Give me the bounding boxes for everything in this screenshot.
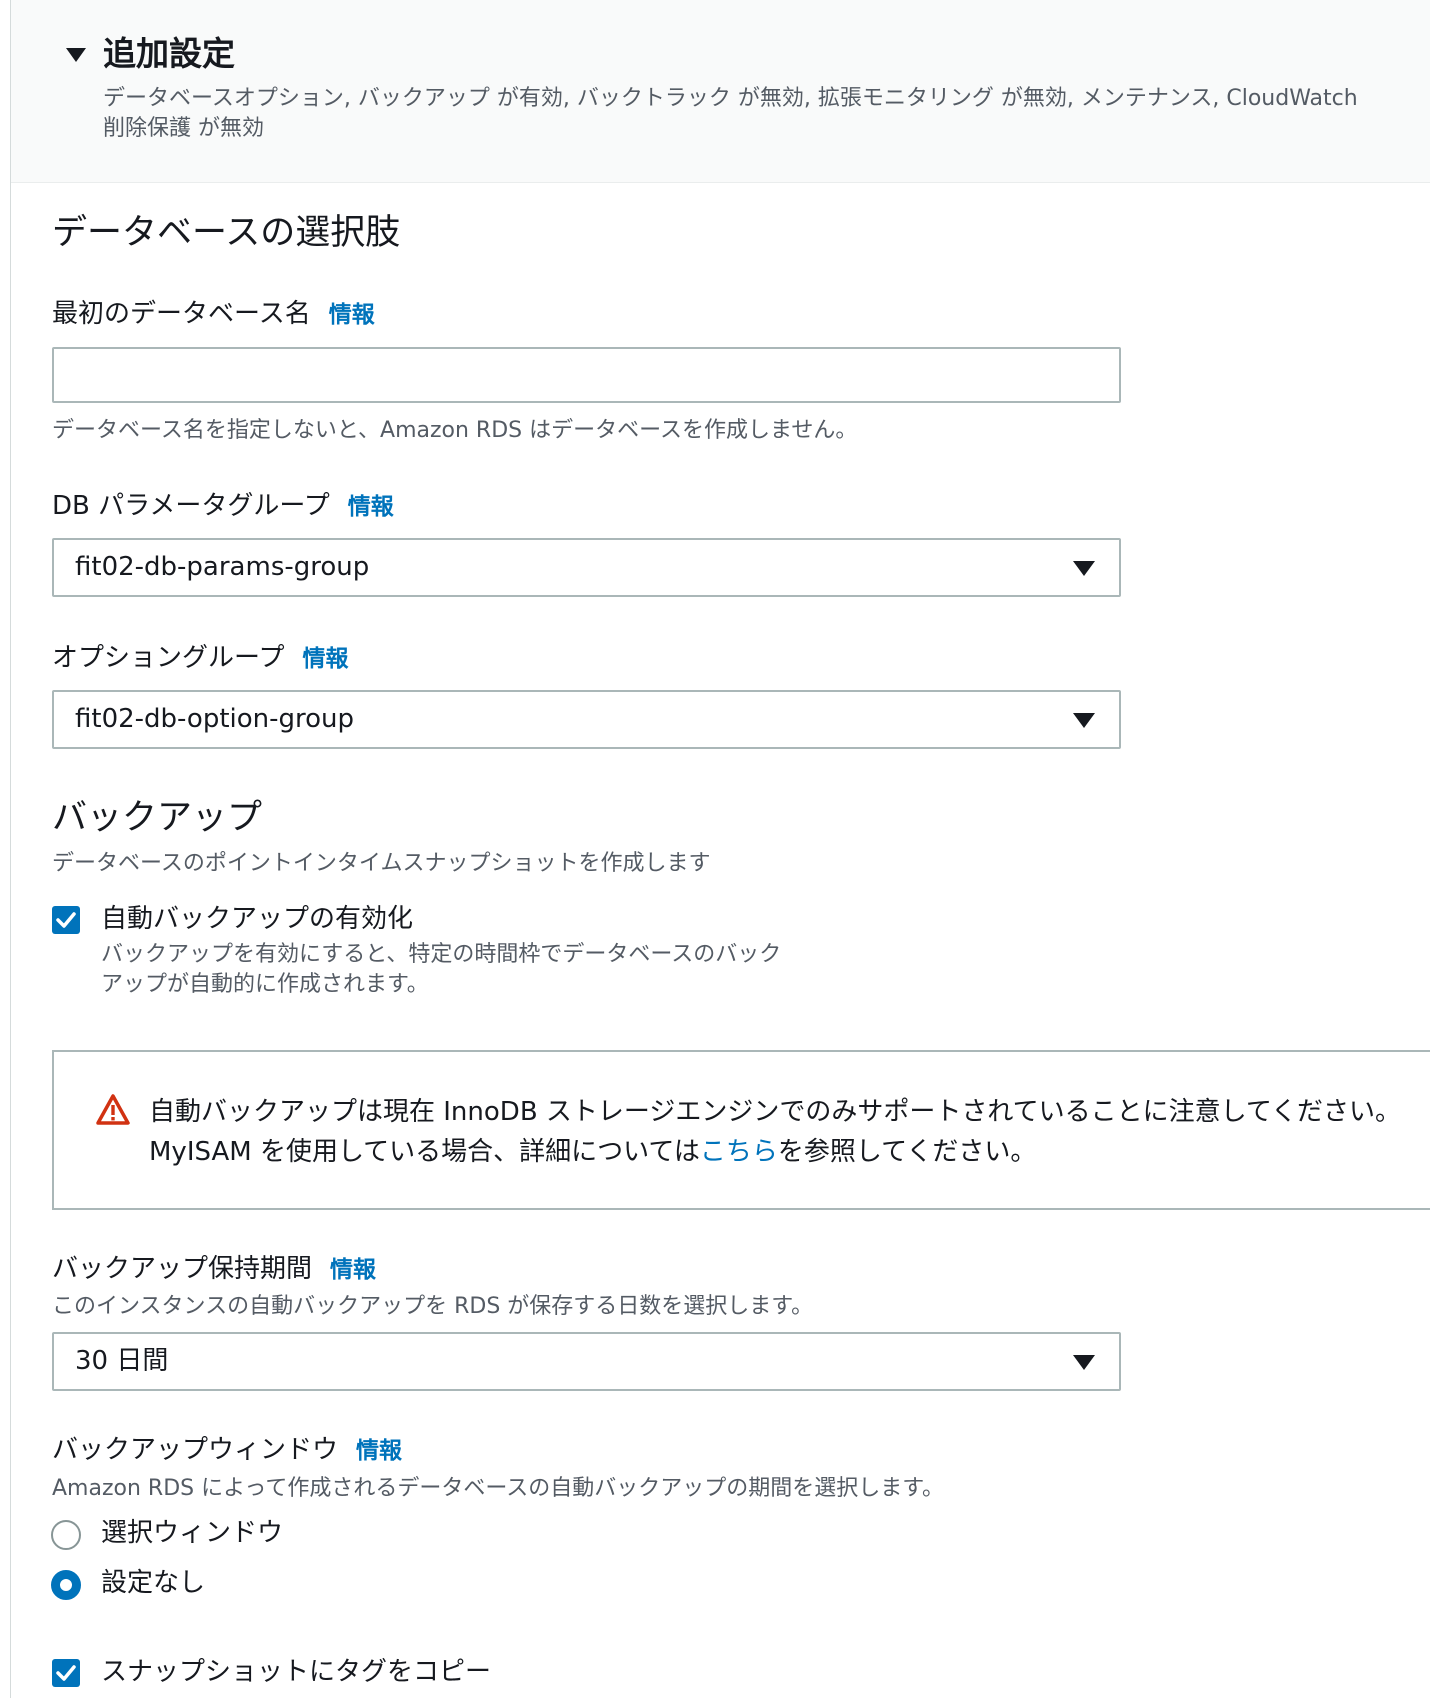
option-group-value: fit02-db-option-group <box>75 704 355 734</box>
backup-description: データベースのポイントインタイムスナップショットを作成します <box>52 851 711 876</box>
backup-window-label: バックアップウィンドウ 情報 <box>52 1433 402 1468</box>
copy-tags-label[interactable]: スナップショットにタグをコピー <box>101 1655 491 1689</box>
section-summary: データベースオプション, バックアップ が有効, バックトラック が無効, 拡張… <box>103 86 1358 141</box>
dropdown-arrow-icon <box>1073 713 1095 728</box>
retention-value: 30 日間 <box>75 1346 169 1376</box>
dropdown-arrow-icon <box>1073 561 1095 576</box>
auto-backup-checkbox[interactable] <box>52 906 80 934</box>
additional-settings-header[interactable]: 追加設定 データベースオプション, バックアップ が有効, バックトラック が無… <box>11 0 1430 183</box>
backup-window-hint: Amazon RDS によって作成されるデータベースの自動バックアップの期間を選… <box>52 1476 945 1501</box>
details-link[interactable]: こちら <box>700 1137 778 1167</box>
option-group-label-text: オプショングループ <box>52 643 285 673</box>
radio-no-preference[interactable] <box>51 1570 81 1600</box>
param-group-select[interactable]: fit02-db-params-group <box>52 538 1121 597</box>
copy-tags-checkbox[interactable] <box>52 1659 80 1687</box>
page-left-border <box>10 0 11 1698</box>
dropdown-arrow-icon <box>1073 1355 1095 1370</box>
auto-backup-description: バックアップを有効にすると、特定の時間枠でデータベースのバック アップが自動的に… <box>101 942 782 997</box>
retention-hint: このインスタンスの自動バックアップを RDS が保存する日数を選択します。 <box>52 1294 814 1319</box>
info-link[interactable]: 情報 <box>330 1257 376 1283</box>
retention-label: バックアップ保持期間 情報 <box>52 1252 376 1287</box>
radio-select-window[interactable] <box>51 1520 81 1550</box>
retention-select[interactable]: 30 日間 <box>52 1332 1121 1391</box>
warning-text-end: を参照してください。 <box>777 1137 1037 1167</box>
checkmark-icon <box>56 1665 76 1681</box>
warning-icon <box>96 1094 130 1125</box>
caret-down-icon[interactable] <box>66 48 86 62</box>
backup-window-label-text: バックアップウィンドウ <box>52 1435 339 1465</box>
param-group-value: fit02-db-params-group <box>75 552 370 582</box>
info-link[interactable]: 情報 <box>348 494 394 520</box>
radio-no-preference-label[interactable]: 設定なし <box>101 1566 205 1600</box>
option-group-select[interactable]: fit02-db-option-group <box>52 690 1121 749</box>
initial-db-name-label-text: 最初のデータベース名 <box>52 299 311 329</box>
backup-title: バックアップ <box>52 798 263 838</box>
info-link[interactable]: 情報 <box>302 646 348 672</box>
warning-message: 自動バックアップは現在 InnoDB ストレージエンジンでのみサポートされている… <box>149 1092 1430 1172</box>
radio-select-window-label[interactable]: 選択ウィンドウ <box>101 1516 283 1550</box>
auto-backup-label[interactable]: 自動バックアップの有効化 <box>101 902 413 936</box>
retention-label-text: バックアップ保持期間 <box>52 1254 313 1284</box>
info-link[interactable]: 情報 <box>356 1438 402 1464</box>
checkmark-icon <box>56 912 76 928</box>
section-title: 追加設定 <box>103 34 235 73</box>
option-group-label: オプショングループ 情報 <box>52 641 348 676</box>
warning-alert: 自動バックアップは現在 InnoDB ストレージエンジンでのみサポートされている… <box>52 1050 1430 1210</box>
initial-db-name-input[interactable] <box>52 347 1121 403</box>
initial-db-name-hint: データベース名を指定しないと、Amazon RDS はデータベースを作成しません… <box>52 418 858 443</box>
info-link[interactable]: 情報 <box>329 302 375 328</box>
initial-db-name-label: 最初のデータベース名 情報 <box>52 297 375 332</box>
param-group-label-text: DB パラメータグループ <box>52 491 330 521</box>
param-group-label: DB パラメータグループ 情報 <box>52 489 394 524</box>
db-options-title: データベースの選択肢 <box>52 213 401 253</box>
